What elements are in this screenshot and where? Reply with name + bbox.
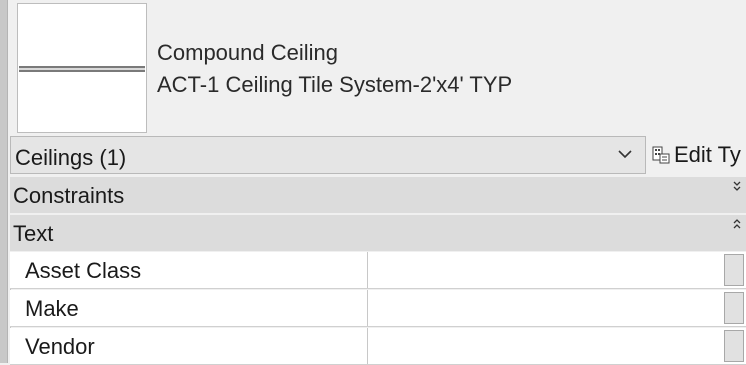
- group-label-constraints: Constraints: [13, 183, 125, 208]
- property-value-field[interactable]: [368, 328, 720, 364]
- property-row-make: Make: [10, 290, 746, 327]
- type-preview-image: [17, 3, 147, 133]
- property-name: Asset Class: [25, 258, 142, 283]
- property-name: Vendor: [25, 334, 95, 359]
- panel-left-edge: [0, 0, 8, 363]
- property-name-cell: Asset Class: [10, 252, 368, 288]
- collapse-icon[interactable]: [732, 217, 742, 231]
- instance-filter-value: Ceilings (1): [15, 145, 127, 170]
- edit-type-icon: [652, 146, 670, 164]
- property-name: Make: [25, 296, 79, 321]
- group-header-text[interactable]: Text: [10, 215, 746, 251]
- property-name-cell: Vendor: [10, 328, 368, 364]
- property-row-vendor: Vendor: [10, 328, 746, 365]
- expand-icon[interactable]: [732, 179, 742, 193]
- edit-value-button[interactable]: [724, 254, 744, 286]
- edit-type-label: Edit Ty: [674, 142, 741, 167]
- ceiling-section-graphic: [19, 66, 145, 72]
- property-value-field[interactable]: [368, 290, 720, 326]
- group-label-text: Text: [13, 221, 54, 246]
- family-name: Compound Ceiling: [157, 40, 338, 65]
- instance-filter-dropdown[interactable]: Ceilings (1): [10, 136, 646, 174]
- edit-value-button[interactable]: [724, 330, 744, 362]
- edit-value-button[interactable]: [724, 292, 744, 324]
- edit-type-button[interactable]: Edit Ty: [652, 140, 741, 170]
- chevron-down-icon: [618, 150, 632, 159]
- type-name: ACT-1 Ceiling Tile System-2'x4' TYP: [157, 72, 513, 97]
- property-value-field[interactable]: [368, 252, 720, 288]
- group-header-constraints[interactable]: Constraints: [10, 177, 746, 213]
- property-row-asset-class: Asset Class: [10, 252, 746, 289]
- property-name-cell: Make: [10, 290, 368, 326]
